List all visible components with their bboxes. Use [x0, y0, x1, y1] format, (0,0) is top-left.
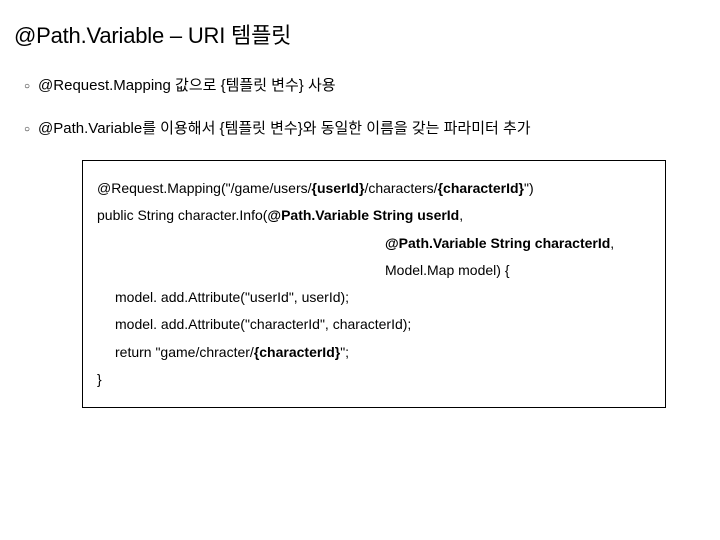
code-line: @Request.Mapping("/game/users/{userId}/c…	[97, 175, 651, 202]
code-text: model. add.Attribute("characterId", char…	[115, 316, 411, 332]
code-line: return "game/chracter/{characterId}";	[97, 339, 651, 366]
code-bold: {characterId}	[438, 180, 524, 196]
code-text: model. add.Attribute("userId", userId);	[115, 289, 349, 305]
code-line: @Path.Variable String characterId,	[97, 230, 651, 257]
code-text: ";	[340, 344, 349, 360]
code-line: public String character.Info(@Path.Varia…	[97, 202, 651, 229]
code-line: Model.Map model) {	[97, 257, 651, 284]
bullet-item: @Path.Variable를 이용해서 {템플릿 변수}와 동일한 이름을 갖…	[14, 117, 706, 138]
code-block: @Request.Mapping("/game/users/{userId}/c…	[82, 160, 666, 408]
code-text: /characters/	[364, 180, 437, 196]
code-line: }	[97, 366, 651, 393]
code-bold: {userId}	[312, 180, 365, 196]
code-text: }	[97, 371, 102, 387]
code-line: model. add.Attribute("userId", userId);	[97, 284, 651, 311]
page-title: @Path.Variable – URI 템플릿	[14, 18, 706, 50]
code-text: ")	[524, 180, 534, 196]
code-text: return "game/chracter/	[115, 344, 254, 360]
code-bold: {characterId}	[254, 344, 340, 360]
code-bold: @Path.Variable String characterId	[385, 235, 610, 251]
code-text: public String character.Info(	[97, 207, 267, 223]
code-text: ,	[459, 207, 463, 223]
code-bold: @Path.Variable String userId	[267, 207, 459, 223]
code-line: model. add.Attribute("characterId", char…	[97, 311, 651, 338]
code-text: @Request.Mapping("/game/users/	[97, 180, 312, 196]
code-text: Model.Map model) {	[385, 262, 510, 278]
code-text: ,	[610, 235, 614, 251]
bullet-item: @Request.Mapping 값으로 {템플릿 변수} 사용	[14, 74, 706, 95]
